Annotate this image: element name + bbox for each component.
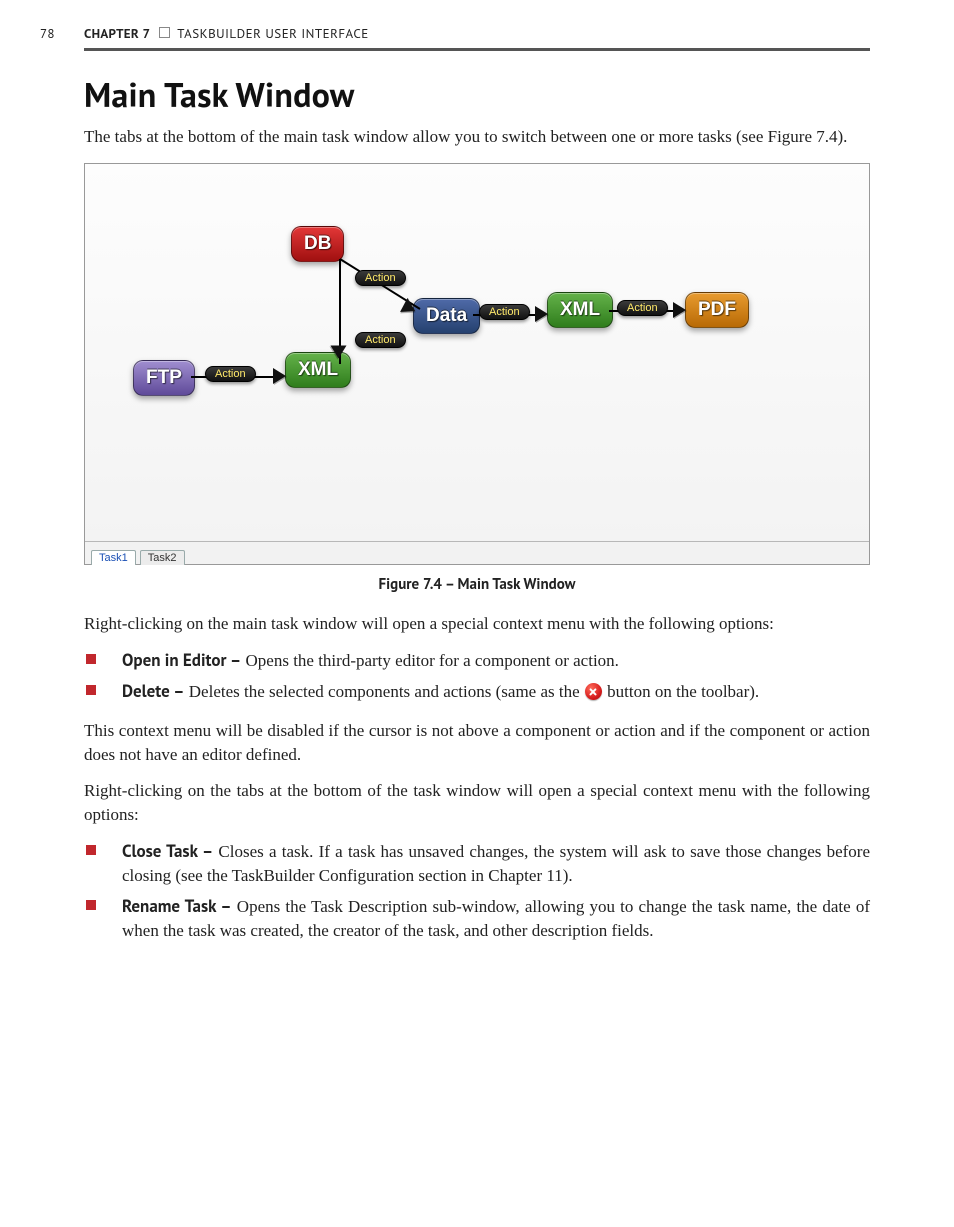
list-term: Rename Task –: [122, 895, 232, 917]
list-term: Close Task –: [122, 840, 213, 862]
list-term: Open in Editor –: [122, 649, 241, 671]
node-ftp: FTP: [133, 360, 195, 396]
arrowhead-icon: [673, 302, 686, 318]
page: 78 CHAPTER 7 TASKBUILDER USER INTERFACE …: [0, 0, 954, 1227]
intro-paragraph: The tabs at the bottom of the main task …: [84, 125, 870, 149]
node-pdf: PDF: [685, 292, 749, 328]
context-menu-list-tabs: Close Task – Closes a task. If a task ha…: [84, 839, 870, 944]
figure-main-task-window: DB FTP XML Data XML PDF Action Action Ac…: [84, 163, 870, 565]
action-pill: Action: [355, 332, 406, 348]
chapter-square-icon: [159, 27, 170, 38]
list-term: Delete –: [122, 680, 185, 702]
delete-x-icon: [585, 683, 602, 700]
chapter-label: CHAPTER 7: [84, 25, 150, 42]
list-item: Rename Task – Opens the Task Description…: [84, 894, 870, 943]
list-desc: Closes a task. If a task has unsaved cha…: [122, 842, 870, 885]
node-xml-upper: XML: [547, 292, 613, 328]
chapter-title: TASKBUILDER USER INTERFACE: [177, 25, 368, 42]
list-item: Close Task – Closes a task. If a task ha…: [84, 839, 870, 888]
page-number: 78: [40, 25, 55, 42]
action-pill: Action: [617, 300, 668, 316]
action-pill: Action: [355, 270, 406, 286]
node-db: DB: [291, 226, 344, 262]
section-heading: Main Task Window: [84, 73, 870, 117]
context-menu-list-main: Open in Editor – Opens the third-party e…: [84, 648, 870, 704]
figure-caption: Figure 7.4 – Main Task Window: [84, 575, 870, 594]
paragraph-right-click-main: Right-clicking on the main task window w…: [84, 612, 870, 636]
arrowhead-icon: [535, 306, 548, 322]
action-pill: Action: [479, 304, 530, 320]
running-header: 78 CHAPTER 7 TASKBUILDER USER INTERFACE: [84, 25, 870, 51]
paragraph-right-click-tabs: Right-clicking on the tabs at the bottom…: [84, 779, 870, 827]
tab-task1[interactable]: Task1: [91, 550, 136, 565]
tab-task2[interactable]: Task2: [140, 550, 185, 565]
arrowhead-icon: [331, 346, 347, 359]
list-desc: Opens the third-party editor for a compo…: [241, 651, 619, 670]
connectors-svg: [85, 164, 869, 541]
list-desc: button on the toolbar).: [603, 682, 759, 701]
list-desc: Opens the Task Description sub-window, a…: [122, 897, 870, 940]
node-data: Data: [413, 298, 480, 334]
list-item: Open in Editor – Opens the third-party e…: [84, 648, 870, 673]
figure-tab-bar: Task1 Task2: [85, 541, 869, 564]
list-item: Delete – Deletes the selected components…: [84, 679, 870, 704]
list-desc: Deletes the selected components and acti…: [185, 682, 584, 701]
action-pill: Action: [205, 366, 256, 382]
figure-canvas: DB FTP XML Data XML PDF Action Action Ac…: [85, 164, 869, 541]
arrowhead-icon: [273, 368, 286, 384]
paragraph-disabled-note: This context menu will be disabled if th…: [84, 719, 870, 767]
